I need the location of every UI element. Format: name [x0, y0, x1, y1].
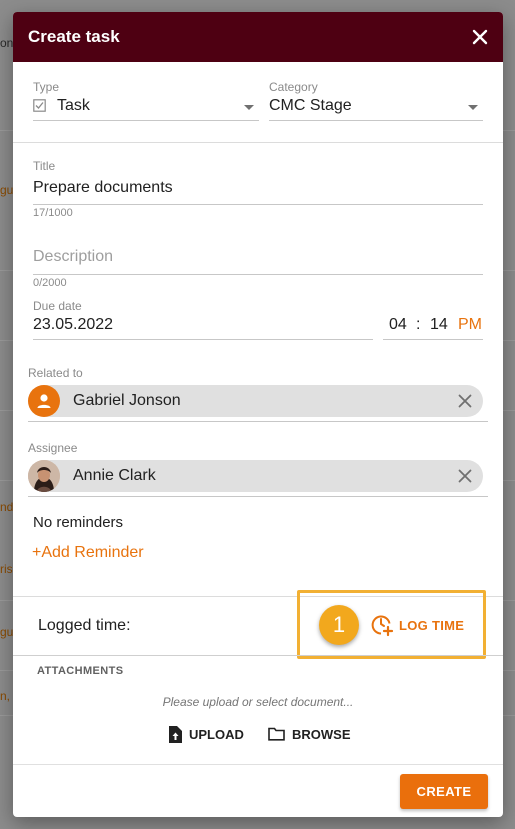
assignee-underline — [28, 496, 488, 497]
section-divider — [13, 655, 503, 656]
folder-icon — [268, 727, 285, 741]
upload-label: UPLOAD — [189, 726, 244, 742]
reminders-status: No reminders — [33, 514, 124, 531]
attachments-heading: ATTACHMENTS — [37, 665, 124, 677]
checkbox-icon — [33, 99, 46, 112]
due-date-underline — [33, 339, 373, 340]
user-photo-icon — [28, 460, 60, 492]
background-text: nd — [0, 500, 14, 514]
create-task-dialog: Create task Type Task Category CMC Stage… — [13, 12, 503, 817]
time-underline — [383, 339, 483, 340]
chevron-down-icon — [244, 105, 254, 110]
dialog-title: Create task — [28, 27, 120, 46]
type-value: Task — [57, 97, 90, 114]
browse-label: BROWSE — [292, 726, 351, 742]
attachments-hint: Please upload or select document... — [162, 695, 354, 709]
close-button[interactable] — [467, 24, 493, 50]
description-underline — [33, 274, 483, 275]
log-time-button[interactable]: LOG TIME — [370, 612, 464, 638]
category-value: CMC Stage — [269, 97, 352, 114]
avatar — [28, 460, 60, 492]
browse-button[interactable]: BROWSE — [268, 724, 351, 744]
type-select[interactable]: Task — [33, 94, 259, 120]
avatar — [28, 385, 60, 417]
title-underline — [33, 204, 483, 205]
time-separator: : — [416, 316, 421, 333]
person-icon — [37, 394, 51, 408]
related-to-chip[interactable]: Gabriel Jonson — [28, 385, 483, 417]
related-to-name: Gabriel Jonson — [73, 392, 181, 409]
file-upload-icon — [169, 725, 182, 743]
title-counter: 17/1000 — [33, 207, 73, 219]
type-label: Type — [33, 80, 60, 94]
title-label: Title — [33, 159, 56, 173]
related-underline — [28, 421, 488, 422]
clock-add-icon — [371, 615, 394, 637]
close-icon — [472, 29, 488, 45]
category-label: Category — [269, 80, 318, 94]
category-underline — [269, 120, 483, 121]
ampm-toggle[interactable]: PM — [458, 316, 482, 334]
footer-divider — [13, 764, 503, 765]
hour-input[interactable]: 04 — [389, 316, 407, 334]
section-divider — [13, 142, 503, 143]
assignee-label: Assignee — [28, 441, 78, 455]
upload-button[interactable]: UPLOAD — [168, 724, 244, 744]
due-date-input[interactable]: 23.05.2022 — [33, 316, 113, 334]
due-date-label: Due date — [33, 299, 82, 313]
description-input[interactable]: Description — [33, 248, 113, 266]
assignee-name: Annie Clark — [73, 467, 156, 484]
step-badge: 1 — [319, 605, 359, 645]
dialog-header: Create task — [13, 12, 503, 62]
log-time-label: LOG TIME — [399, 617, 465, 633]
type-underline — [33, 120, 259, 121]
description-counter: 0/2000 — [33, 277, 67, 289]
close-icon — [458, 394, 472, 408]
add-reminder-button[interactable]: +Add Reminder — [32, 544, 144, 562]
chevron-down-icon — [468, 105, 478, 110]
title-input[interactable]: Prepare documents — [33, 179, 173, 197]
create-button[interactable]: CREATE — [400, 774, 488, 809]
background-text: ris — [0, 562, 13, 576]
category-select[interactable]: CMC Stage — [269, 94, 483, 120]
close-icon — [458, 469, 472, 483]
related-to-label: Related to — [28, 366, 83, 380]
logged-time-label: Logged time: — [38, 617, 131, 634]
minute-input[interactable]: 14 — [430, 316, 448, 334]
remove-related-button[interactable] — [455, 391, 475, 411]
assignee-chip[interactable]: Annie Clark — [28, 460, 483, 492]
background-text: on — [0, 36, 14, 50]
remove-assignee-button[interactable] — [455, 466, 475, 486]
